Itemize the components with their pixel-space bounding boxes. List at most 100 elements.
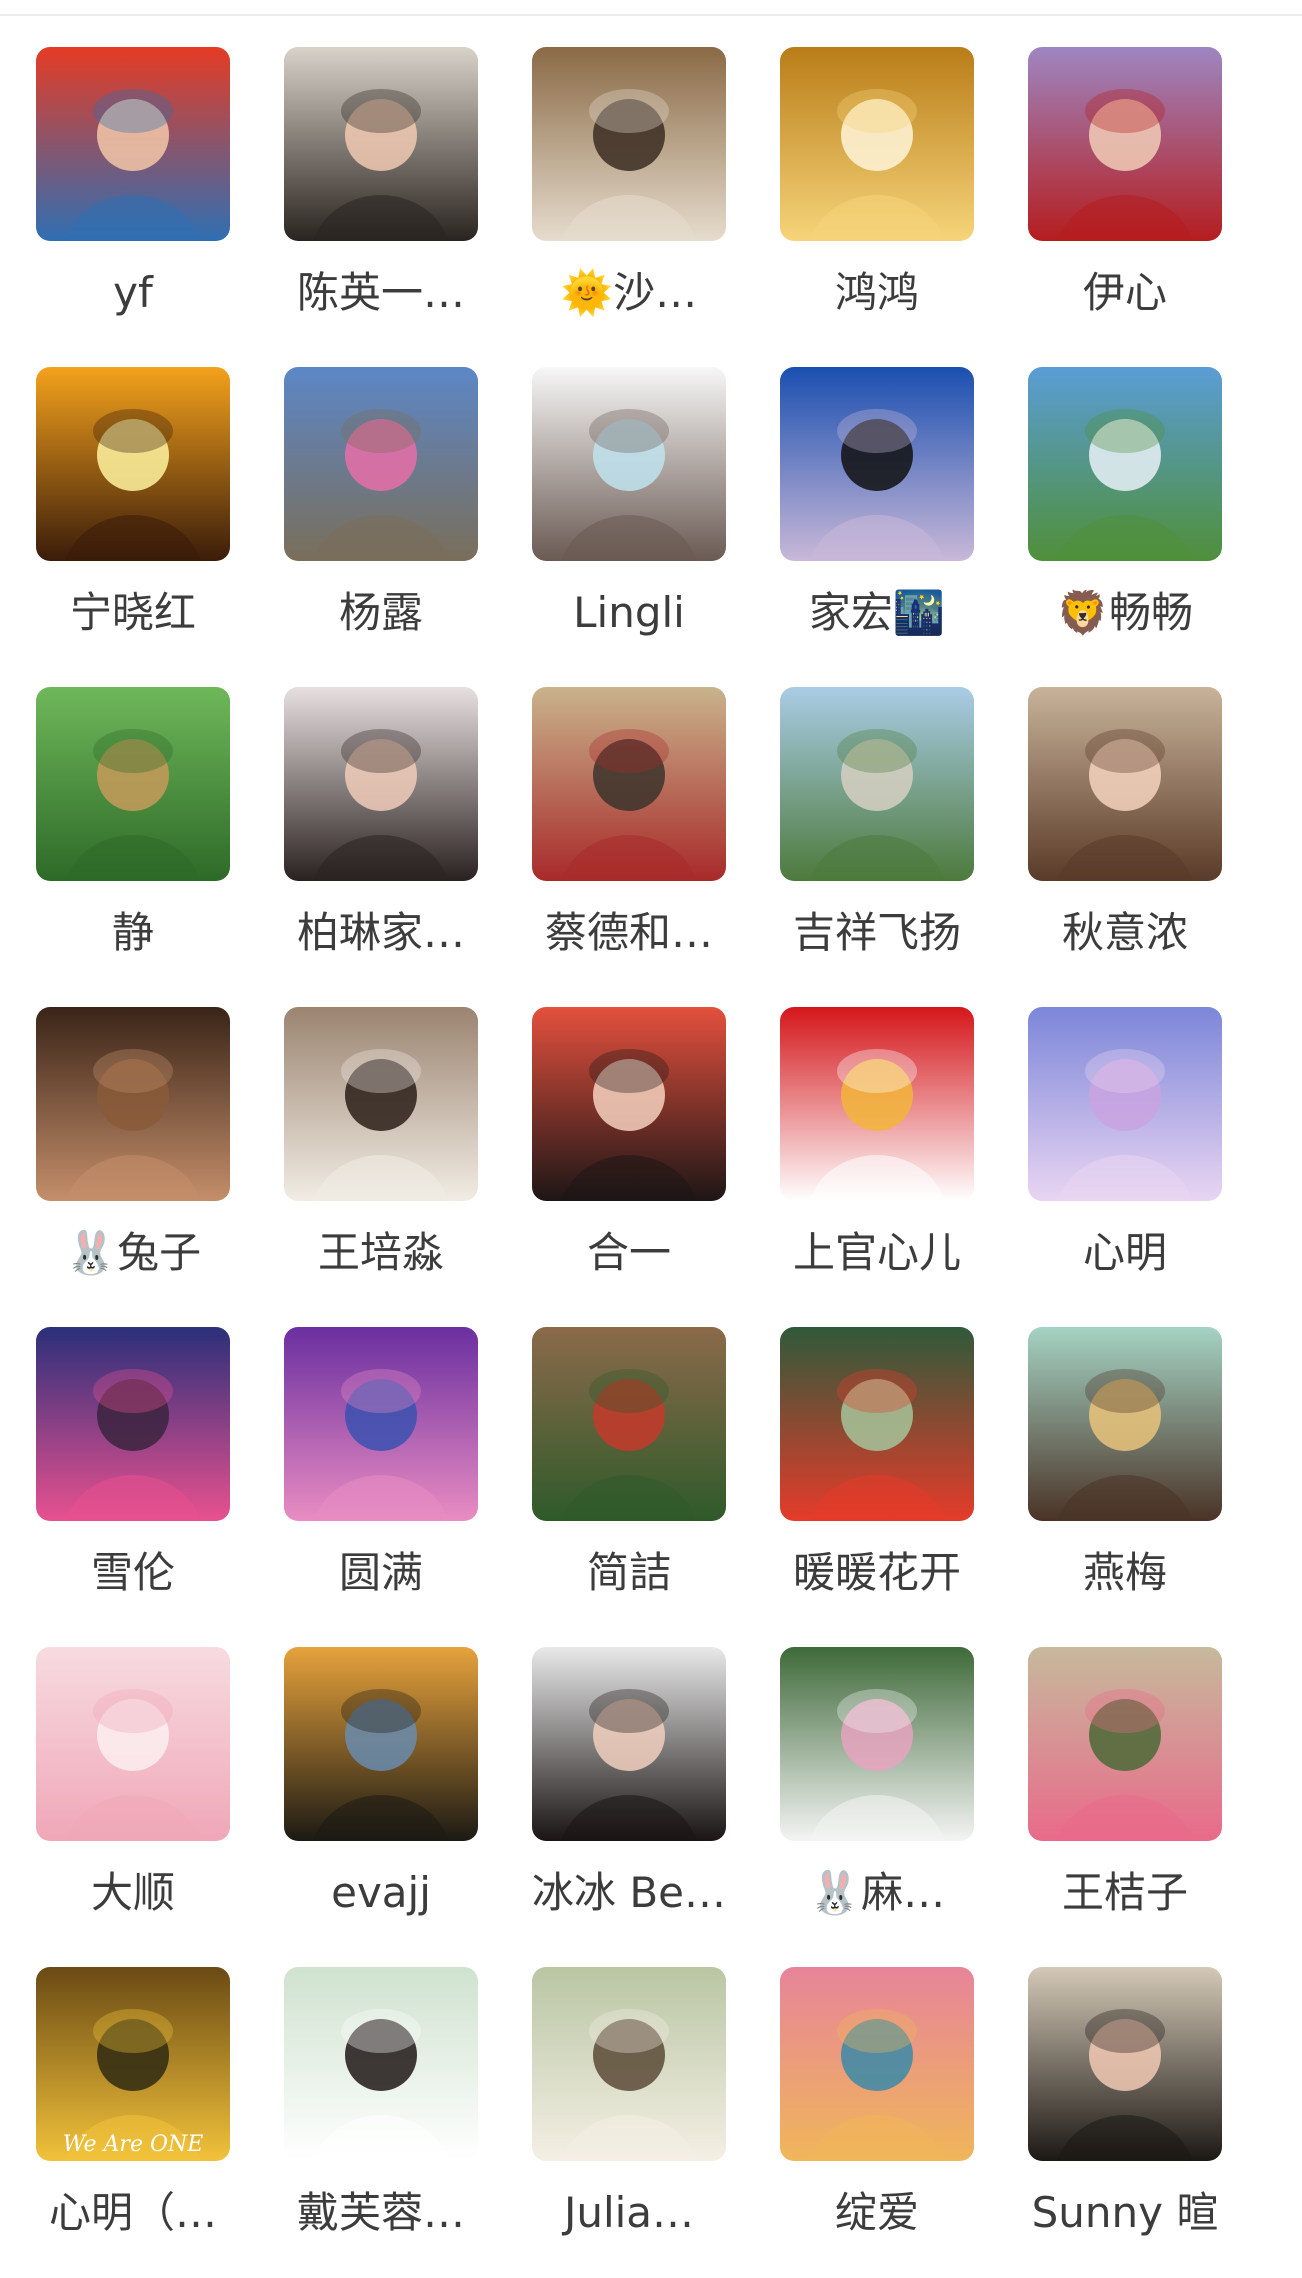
member-avatar[interactable]: [284, 1327, 478, 1521]
member-avatar[interactable]: [1028, 1007, 1222, 1201]
member-avatar[interactable]: [36, 1327, 230, 1521]
member-avatar[interactable]: [36, 1007, 230, 1201]
member-name: 🐰兔子: [64, 1228, 202, 1277]
member-item[interactable]: Sunny 暄: [998, 1967, 1246, 2267]
member-avatar[interactable]: [780, 1967, 974, 2161]
member-name: 燕梅: [1082, 1548, 1167, 1597]
member-avatar[interactable]: [1028, 367, 1222, 561]
member-name: 大顺: [90, 1868, 175, 1917]
member-name: 冰冰 Be…: [531, 1868, 726, 1917]
member-name: 🌞沙…: [560, 268, 698, 317]
member-avatar[interactable]: [284, 1007, 478, 1201]
member-name: 简詰: [586, 1548, 671, 1597]
member-item[interactable]: 简詰: [502, 1327, 750, 1627]
member-avatar[interactable]: We Are ONE: [36, 1967, 230, 2161]
member-name: 🐰麻…: [808, 1868, 946, 1917]
member-item[interactable]: 吉祥飞扬: [750, 687, 998, 987]
member-item[interactable]: 🦁畅畅: [998, 367, 1246, 667]
member-avatar[interactable]: [1028, 687, 1222, 881]
member-name: 合一: [586, 1228, 671, 1277]
member-item[interactable]: 绽爱: [750, 1967, 998, 2267]
member-item[interactable]: 柏琳家…: [254, 687, 502, 987]
member-avatar[interactable]: [780, 1647, 974, 1841]
member-avatar[interactable]: [532, 687, 726, 881]
member-item[interactable]: 王桔子: [998, 1647, 1246, 1947]
member-avatar[interactable]: [284, 1647, 478, 1841]
member-avatar[interactable]: [36, 687, 230, 881]
member-name: 杨露: [338, 588, 423, 637]
member-item[interactable]: 冰冰 Be…: [502, 1647, 750, 1947]
member-name: 柏琳家…: [296, 908, 465, 957]
member-avatar[interactable]: [284, 687, 478, 881]
member-name: 雪伦: [90, 1548, 175, 1597]
member-name: Sunny 暄: [1031, 2188, 1219, 2237]
member-avatar[interactable]: [780, 1007, 974, 1201]
member-item[interactable]: 圆满: [254, 1327, 502, 1627]
member-item[interactable]: 暖暖花开: [750, 1327, 998, 1627]
member-avatar[interactable]: [1028, 47, 1222, 241]
member-name: 王培淼: [317, 1228, 444, 1277]
member-name: 伊心: [1082, 268, 1167, 317]
member-grid: yf 陈英一… 🌞沙… 鸿鸿 伊心宁晓红 杨露 Lingli 家宏🌃 🦁畅畅静 柏琳家… 蔡德和… 吉…: [0, 0, 1302, 2278]
member-avatar[interactable]: [284, 47, 478, 241]
member-item[interactable]: 宁晓红: [6, 367, 254, 667]
member-name: 圆满: [338, 1548, 423, 1597]
member-avatar[interactable]: [1028, 1327, 1222, 1521]
member-avatar[interactable]: [36, 1647, 230, 1841]
member-avatar[interactable]: [532, 1647, 726, 1841]
member-avatar[interactable]: [780, 47, 974, 241]
member-item[interactable]: Julia…: [502, 1967, 750, 2267]
member-item[interactable]: 家宏🌃: [750, 367, 998, 667]
member-name: 吉祥飞扬: [792, 908, 961, 957]
member-avatar[interactable]: [284, 1967, 478, 2161]
member-item[interactable]: 合一: [502, 1007, 750, 1307]
member-item[interactable]: 陈英一…: [254, 47, 502, 347]
member-avatar[interactable]: [1028, 1967, 1222, 2161]
member-item[interactable]: 杨露: [254, 367, 502, 667]
member-item[interactable]: 秋意浓: [998, 687, 1246, 987]
member-item[interactable]: 伊心: [998, 47, 1246, 347]
member-item[interactable]: 静: [6, 687, 254, 987]
member-name: 静: [111, 908, 154, 957]
member-name: yf: [113, 268, 153, 317]
member-avatar[interactable]: [532, 1007, 726, 1201]
member-item[interactable]: 燕梅: [998, 1327, 1246, 1627]
member-name: evajj: [331, 1868, 431, 1917]
member-item[interactable]: evajj: [254, 1647, 502, 1947]
member-name: 戴芙蓉…: [296, 2188, 465, 2237]
member-avatar[interactable]: [1028, 1647, 1222, 1841]
member-avatar[interactable]: [284, 367, 478, 561]
member-name: 家宏🌃: [808, 588, 946, 637]
member-name: 鸿鸿: [834, 268, 919, 317]
member-name: 心明: [1082, 1228, 1167, 1277]
member-avatar[interactable]: [780, 687, 974, 881]
member-item[interactable]: 上官心儿: [750, 1007, 998, 1307]
member-name: 陈英一…: [296, 268, 465, 317]
member-avatar[interactable]: [532, 47, 726, 241]
member-name: 暖暖花开: [792, 1548, 961, 1597]
member-item[interactable]: 戴芙蓉…: [254, 1967, 502, 2267]
member-item[interactable]: 🐰麻…: [750, 1647, 998, 1947]
member-avatar[interactable]: [36, 47, 230, 241]
member-item[interactable]: 王培淼: [254, 1007, 502, 1307]
member-item[interactable]: 鸿鸿: [750, 47, 998, 347]
member-name: 🦁畅畅: [1056, 588, 1194, 637]
member-item[interactable]: Lingli: [502, 367, 750, 667]
member-avatar[interactable]: [532, 1967, 726, 2161]
member-item[interactable]: We Are ONE 心明（…: [6, 1967, 254, 2267]
member-avatar[interactable]: [532, 367, 726, 561]
member-item[interactable]: 大顺: [6, 1647, 254, 1947]
member-avatar[interactable]: [36, 367, 230, 561]
member-name: 王桔子: [1061, 1868, 1188, 1917]
member-name: 绽爱: [834, 2188, 919, 2237]
member-item[interactable]: 雪伦: [6, 1327, 254, 1627]
member-avatar[interactable]: [780, 367, 974, 561]
member-item[interactable]: 蔡德和…: [502, 687, 750, 987]
member-name: 心明（…: [48, 2188, 217, 2237]
member-item[interactable]: yf: [6, 47, 254, 347]
member-avatar[interactable]: [532, 1327, 726, 1521]
member-item[interactable]: 心明: [998, 1007, 1246, 1307]
member-avatar[interactable]: [780, 1327, 974, 1521]
member-item[interactable]: 🐰兔子: [6, 1007, 254, 1307]
member-item[interactable]: 🌞沙…: [502, 47, 750, 347]
